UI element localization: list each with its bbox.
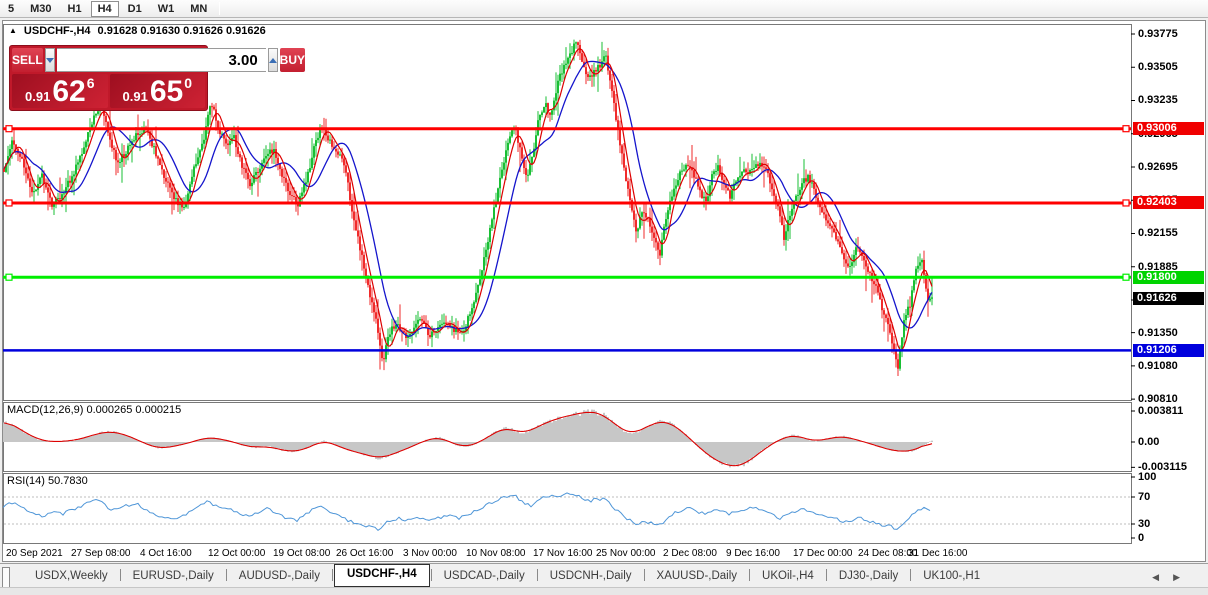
- price-tick-label: 0.93775: [1138, 28, 1204, 40]
- tab-scroll-right-icon[interactable]: ▶: [1173, 572, 1194, 582]
- tab-separator: [910, 569, 911, 581]
- tab-scroll-left-icon[interactable]: ◀: [1152, 572, 1173, 582]
- chart-tab-usdx-weekly[interactable]: USDX,Weekly: [24, 566, 119, 587]
- chart-tab-usdchf-h4[interactable]: USDCHF-,H4: [334, 564, 430, 587]
- rsi-tick-label: 0: [1138, 532, 1204, 544]
- tab-separator: [431, 569, 432, 581]
- chart-title: ▲ USDCHF-,H4 0.91628 0.91630 0.91626 0.9…: [9, 25, 266, 37]
- triangle-down-icon: [46, 58, 54, 63]
- chart-tab-ukoil-h4[interactable]: UKOil-,H4: [751, 566, 825, 587]
- time-axis-label: 26 Oct 16:00: [336, 548, 393, 559]
- rsi-indicator-label: RSI(14) 50.7830: [7, 475, 88, 487]
- volume-increase-button[interactable]: [268, 48, 278, 72]
- bid-price-sup: 6: [87, 75, 95, 91]
- macd-tick-label: 0.00: [1138, 436, 1204, 448]
- time-axis-label: 17 Dec 00:00: [793, 548, 853, 559]
- time-axis-label: 27 Sep 08:00: [71, 548, 131, 559]
- triangle-up-icon: [269, 58, 277, 63]
- rsi-tick-label: 30: [1138, 518, 1204, 530]
- tabs-container: USDX,WeeklyEURUSD-,DailyAUDUSD-,DailyUSD…: [24, 564, 991, 587]
- chart-tab-uk100-h1[interactable]: UK100-,H1: [912, 566, 991, 587]
- tab-scroll-arrows: ◀▶: [1152, 572, 1194, 583]
- time-axis-label: 17 Nov 16:00: [533, 548, 593, 559]
- time-axis-label: 12 Oct 00:00: [208, 548, 265, 559]
- chart-tab-bar: USDX,WeeklyEURUSD-,DailyAUDUSD-,DailyUSD…: [0, 563, 1208, 587]
- chart-tab-dj30-daily[interactable]: DJ30-,Daily: [828, 566, 909, 587]
- ask-price-sup: 0: [184, 75, 192, 91]
- timeframe-button-m30[interactable]: M30: [23, 1, 58, 17]
- chart-window: ▲ USDCHF-,H4 0.91628 0.91630 0.91626 0.9…: [2, 20, 1206, 562]
- timeframe-button-h4[interactable]: H4: [91, 1, 119, 17]
- one-click-trading-panel: SELL BUY 0.91626 0.91650: [9, 45, 208, 111]
- time-axis-label: 2 Dec 08:00: [663, 548, 717, 559]
- macd-tick-label: 0.003811: [1138, 405, 1204, 417]
- timeframe-button-w1[interactable]: W1: [151, 1, 182, 17]
- time-axis-label: 20 Sep 2021: [6, 548, 63, 559]
- time-axis-label: 4 Oct 16:00: [140, 548, 192, 559]
- mt4-app: 5M30H1H4D1W1MN ▲ USDCHF-,H4 0.91628 0.91…: [0, 0, 1208, 595]
- time-axis-label: 19 Oct 08:00: [273, 548, 330, 559]
- sell-price-button[interactable]: 0.91626: [12, 74, 108, 108]
- chart-ohlc-values: 0.91628 0.91630 0.91626 0.91626: [98, 25, 266, 37]
- volume-input[interactable]: [57, 48, 266, 72]
- sell-button[interactable]: SELL: [12, 48, 43, 72]
- price-badge-0.91206: 0.91206: [1133, 344, 1204, 357]
- price-badge-0.93006: 0.93006: [1133, 122, 1204, 135]
- toolbar-separator: [219, 2, 220, 15]
- chart-tab-xauusd-daily[interactable]: XAUUSD-,Daily: [646, 566, 749, 587]
- price-tick-label: 0.91350: [1138, 327, 1204, 339]
- timeframe-button-h1[interactable]: H1: [61, 1, 89, 17]
- ask-price-prefix: 0.91: [123, 89, 148, 104]
- time-axis-label: 31 Dec 16:00: [908, 548, 968, 559]
- time-axis-label: 10 Nov 08:00: [466, 548, 526, 559]
- chart-symbol-label: USDCHF-,H4: [24, 25, 91, 37]
- timeframe-button-d1[interactable]: D1: [121, 1, 149, 17]
- timeframe-button-5[interactable]: 5: [1, 1, 21, 17]
- rsi-tick-label: 100: [1138, 471, 1204, 483]
- chart-tab-usdcad-daily[interactable]: USDCAD-,Daily: [433, 566, 536, 587]
- price-badge-0.92403: 0.92403: [1133, 196, 1204, 209]
- tab-separator: [749, 569, 750, 581]
- bid-price-prefix: 0.91: [25, 89, 50, 104]
- time-axis-label: 3 Nov 00:00: [403, 548, 457, 559]
- tab-separator: [537, 569, 538, 581]
- tab-separator: [226, 569, 227, 581]
- tab-separator: [826, 569, 827, 581]
- tab-separator: [644, 569, 645, 581]
- macd-indicator-label: MACD(12,26,9) 0.000265 0.000215: [7, 404, 181, 416]
- price-tick-label: 0.93505: [1138, 61, 1204, 73]
- collapse-panel-icon[interactable]: ▲: [9, 26, 17, 36]
- chart-tab-audusd-daily[interactable]: AUDUSD-,Daily: [228, 566, 331, 587]
- chart-tab-eurusd-daily[interactable]: EURUSD-,Daily: [122, 566, 225, 587]
- time-axis-label: 25 Nov 00:00: [596, 548, 656, 559]
- timeframe-toolbar: 5M30H1H4D1W1MN: [0, 0, 1208, 18]
- price-badge-0.91626: 0.91626: [1133, 292, 1204, 305]
- price-badge-0.91800: 0.91800: [1133, 271, 1204, 284]
- price-tick-label: 0.90810: [1138, 393, 1204, 405]
- price-tick-label: 0.92155: [1138, 227, 1204, 239]
- chart-tab-usdcnh-daily[interactable]: USDCNH-,Daily: [539, 566, 643, 587]
- ask-price-big: 65: [150, 77, 183, 107]
- price-tick-label: 0.93235: [1138, 94, 1204, 106]
- buy-price-button[interactable]: 0.91650: [110, 74, 206, 108]
- time-axis-label: 9 Dec 16:00: [726, 548, 780, 559]
- volume-decrease-button[interactable]: [45, 48, 55, 72]
- buy-button[interactable]: BUY: [280, 48, 305, 72]
- timeframe-button-mn[interactable]: MN: [183, 1, 214, 17]
- price-tick-label: 0.92695: [1138, 161, 1204, 173]
- status-bar: [0, 587, 1208, 595]
- rsi-tick-label: 70: [1138, 491, 1204, 503]
- tab-stub: [2, 567, 10, 587]
- price-tick-label: 0.91080: [1138, 360, 1204, 372]
- tab-separator: [120, 569, 121, 581]
- tab-separator: [332, 569, 333, 581]
- bid-price-big: 62: [52, 77, 85, 107]
